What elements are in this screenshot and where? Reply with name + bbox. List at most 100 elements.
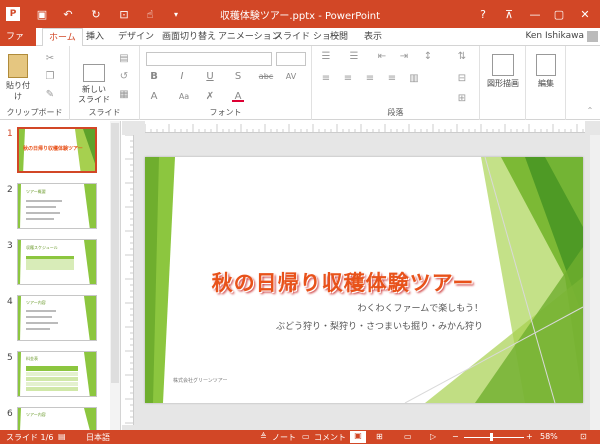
- char-spacing-button[interactable]: AV: [282, 72, 300, 82]
- close-button[interactable]: ✕: [576, 5, 594, 23]
- tab-review[interactable]: 校閲: [330, 28, 348, 46]
- comments-button[interactable]: コメント: [314, 432, 346, 443]
- normal-view-icon[interactable]: ▣: [350, 431, 366, 443]
- thumb-4-title: ツアー内容: [26, 300, 46, 305]
- underline-button[interactable]: U: [204, 72, 216, 82]
- scrollbar-thumb[interactable]: [111, 123, 119, 383]
- maximize-icon[interactable]: ▢: [550, 5, 568, 23]
- help-button[interactable]: ?: [474, 5, 492, 23]
- shadow-button[interactable]: S: [232, 72, 244, 82]
- font-group-label: フォント: [209, 108, 242, 117]
- new-slide-button[interactable]: 新しい スライド: [76, 54, 112, 115]
- strikethrough-button[interactable]: abc: [256, 72, 276, 82]
- font-size-select[interactable]: [276, 52, 306, 66]
- tab-transitions[interactable]: 画面切り替え: [162, 28, 216, 46]
- comments-icon[interactable]: ▭: [302, 432, 310, 441]
- collapse-ribbon-icon[interactable]: ⌃: [584, 106, 596, 116]
- thumb-number: 5: [7, 353, 13, 363]
- notes-icon[interactable]: ≜: [260, 432, 267, 441]
- thumbnail-scrollbar[interactable]: [110, 121, 120, 430]
- slide-thumb-2[interactable]: ツアー概要: [17, 183, 97, 229]
- slides-group: 新しい スライド ▤ ↺ ▦ スライド: [70, 46, 140, 120]
- clipboard-group-label: クリップボード: [6, 108, 63, 117]
- clipboard-group: 貼り付け ✂ ❐ ✎ クリップボード: [0, 46, 70, 120]
- thumb-number: 6: [7, 409, 13, 419]
- tab-file[interactable]: ファイル: [0, 28, 36, 60]
- change-case-button[interactable]: Aa: [176, 92, 192, 102]
- minimize-button[interactable]: —: [526, 5, 544, 23]
- smartart-icon[interactable]: ⊞: [456, 94, 468, 104]
- paragraph-group-label: 段落: [387, 108, 404, 117]
- zoom-out-icon[interactable]: −: [452, 432, 459, 441]
- zoom-level[interactable]: 58%: [540, 432, 558, 441]
- tab-design[interactable]: デザイン: [118, 28, 154, 46]
- slide-footer[interactable]: 株式会社グリーンツアー: [173, 377, 227, 384]
- align-right-icon[interactable]: ≡: [364, 74, 376, 84]
- slide-thumb-5[interactable]: 料金表: [17, 351, 97, 397]
- zoom-slider-thumb[interactable]: [490, 433, 493, 441]
- slide-subtitle-1[interactable]: わくわくファームで楽しもう！: [341, 301, 483, 314]
- vruler-ticks: [125, 134, 133, 424]
- ribbon-display-options-icon[interactable]: ⊼: [500, 5, 518, 23]
- reset-icon[interactable]: ↺: [118, 72, 130, 82]
- font-group: B I U S abc AV A Aa ✗ A フォント: [140, 46, 312, 120]
- bullets-icon[interactable]: ☰: [320, 52, 332, 62]
- shapes-button[interactable]: 図形描画: [484, 54, 522, 89]
- clear-format-icon[interactable]: ✗: [204, 92, 216, 102]
- avatar[interactable]: [587, 31, 598, 42]
- drawing-group: 図形描画: [480, 46, 526, 120]
- thumb-number: 2: [7, 185, 13, 195]
- font-color-button[interactable]: A: [232, 92, 244, 102]
- tab-animations[interactable]: アニメーション: [218, 28, 281, 46]
- decrease-indent-icon[interactable]: ⇤: [376, 52, 388, 62]
- slide-subtitle-2[interactable]: ぶどう狩り・梨狩り・さつまいも掘り・みかん狩り: [265, 319, 483, 332]
- user-name[interactable]: Ken Ishikawa: [525, 31, 584, 41]
- editing-group: 編集: [526, 46, 566, 120]
- zoom-in-icon[interactable]: +: [526, 432, 533, 441]
- spell-check-icon[interactable]: ▤: [58, 432, 66, 441]
- section-icon[interactable]: ▦: [118, 90, 130, 100]
- slide-thumb-1[interactable]: 秋の日帰り収穫体験ツアー: [17, 127, 97, 173]
- clipboard-icon: [8, 54, 28, 78]
- bold-button[interactable]: B: [148, 72, 160, 82]
- font-name-select[interactable]: [146, 52, 272, 66]
- line-spacing-icon[interactable]: ↕: [422, 52, 434, 62]
- copy-icon[interactable]: ❐: [44, 72, 56, 82]
- thumb-number: 1: [7, 129, 13, 139]
- slide-thumb-4[interactable]: ツアー内容: [17, 295, 97, 341]
- justify-icon[interactable]: ≡: [386, 74, 398, 84]
- new-slide-label: 新しい スライド: [78, 85, 110, 104]
- tab-home[interactable]: ホーム: [42, 28, 83, 47]
- format-painter-icon[interactable]: ✎: [44, 90, 56, 100]
- editor-scrollbar[interactable]: [590, 135, 600, 430]
- align-center-icon[interactable]: ≡: [342, 74, 354, 84]
- editing-button[interactable]: 編集: [530, 54, 562, 89]
- paste-button[interactable]: 貼り付け: [4, 54, 32, 102]
- slides-group-label: スライド: [88, 108, 121, 117]
- fit-slide-icon[interactable]: ⊡: [580, 432, 587, 441]
- numbering-icon[interactable]: ☰: [348, 52, 360, 62]
- increase-indent-icon[interactable]: ⇥: [398, 52, 410, 62]
- layout-icon[interactable]: ▤: [118, 54, 130, 64]
- language-indicator[interactable]: 日本語: [86, 432, 110, 443]
- text-direction-icon[interactable]: ⇅: [456, 52, 468, 62]
- grow-font-button[interactable]: A: [148, 92, 160, 102]
- reading-view-icon[interactable]: ▭: [404, 432, 412, 441]
- ruler-ticks: [144, 124, 584, 132]
- tab-view[interactable]: 表示: [364, 28, 382, 46]
- zoom-slider[interactable]: [464, 437, 524, 438]
- slideshow-view-icon[interactable]: ▷: [430, 432, 436, 441]
- slide-thumb-6[interactable]: ツアー内容: [17, 407, 97, 430]
- slide-thumb-3[interactable]: 収穫スケジュール: [17, 239, 97, 285]
- slide-canvas[interactable]: 秋の日帰り収穫体験ツアー わくわくファームで楽しもう！ ぶどう狩り・梨狩り・さつ…: [145, 157, 583, 403]
- italic-button[interactable]: I: [176, 72, 188, 82]
- align-text-icon[interactable]: ⊟: [456, 74, 468, 84]
- notes-button[interactable]: ノート: [272, 432, 296, 443]
- cut-icon[interactable]: ✂: [44, 54, 56, 64]
- slide-sorter-icon[interactable]: ⊞: [376, 432, 383, 441]
- columns-icon[interactable]: ▥: [408, 74, 420, 84]
- thumb-2-title: ツアー概要: [26, 189, 46, 194]
- align-left-icon[interactable]: ≡: [320, 74, 332, 84]
- slide-title[interactable]: 秋の日帰り収穫体験ツアー: [203, 267, 483, 297]
- tab-insert[interactable]: 挿入: [86, 28, 104, 46]
